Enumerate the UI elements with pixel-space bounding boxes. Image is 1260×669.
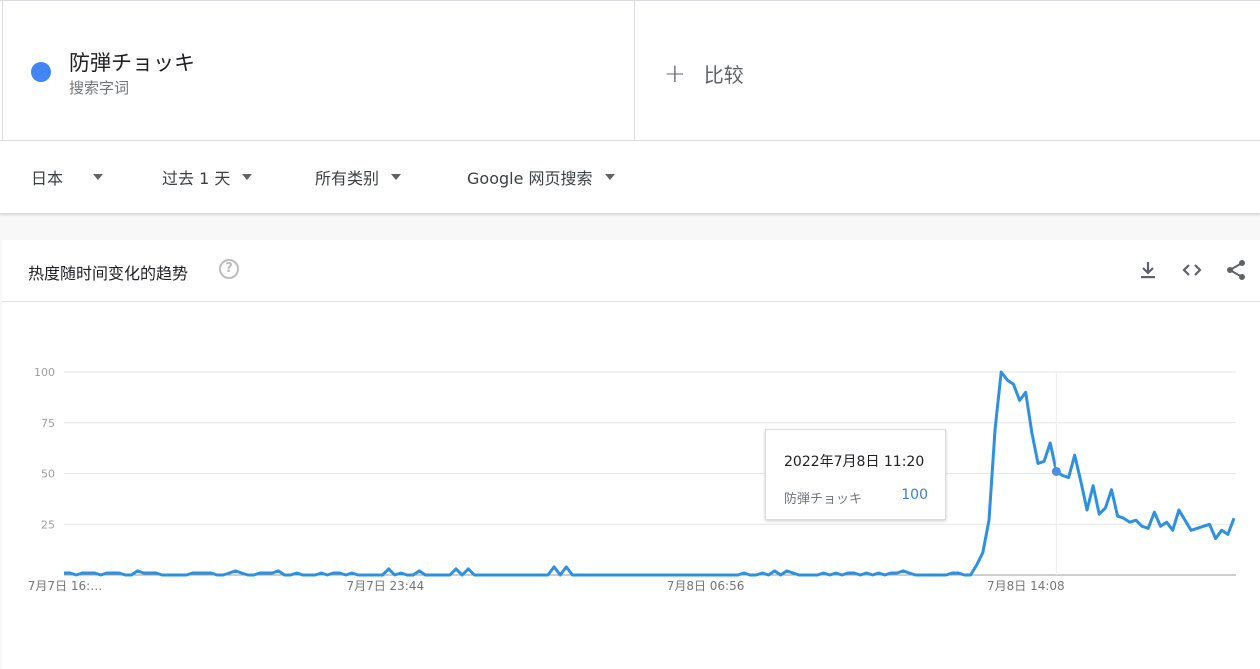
tooltip-term: 防弾チョッキ <box>784 492 863 507</box>
trend-chart[interactable]: 255075100 7月7日 16:… 7月7日 23:44 7月8日 06:56 7… <box>0 0 1260 669</box>
tooltip-value: 100 <box>901 487 928 503</box>
y-tick-label: 50 <box>41 468 55 481</box>
chart-tooltip: 2022年7月8日 11:20 防弾チョッキ 100 <box>765 429 946 520</box>
hover-point[interactable] <box>1051 466 1061 476</box>
x-tick-label: 7月8日 14:08 <box>987 579 1065 593</box>
x-tick-label: 7月7日 16:… <box>28 579 102 593</box>
y-tick-label: 75 <box>41 417 55 430</box>
x-tick-label: 7月7日 23:44 <box>346 579 424 593</box>
x-tick-label: 7月8日 06:56 <box>667 579 745 593</box>
tooltip-date: 2022年7月8日 11:20 <box>784 454 925 470</box>
y-tick-label: 25 <box>41 518 55 531</box>
x-tick-labels: 7月7日 16:… 7月7日 23:44 7月8日 06:56 7月8日 14:08 <box>28 579 1065 593</box>
y-tick-labels: 25 50 75 100 <box>34 366 55 531</box>
y-tick-label: 100 <box>34 366 55 379</box>
